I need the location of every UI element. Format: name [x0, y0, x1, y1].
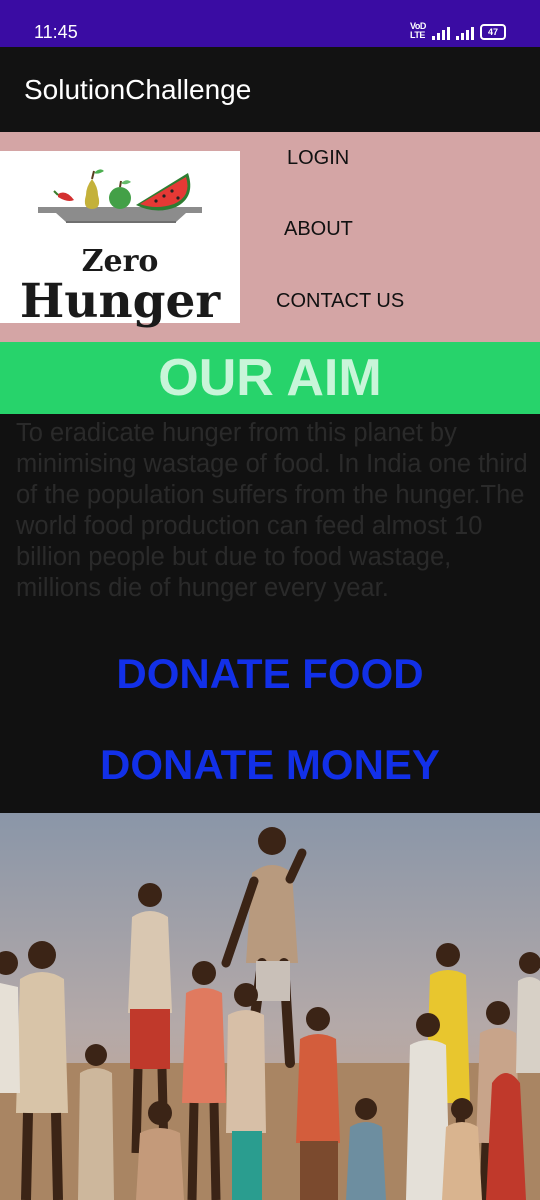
aim-description: To eradicate hunger from this planet by …: [16, 419, 528, 602]
app-title: SolutionChallenge: [24, 74, 252, 105]
logo-artwork: [38, 169, 202, 223]
contact-us-link[interactable]: CONTACT US: [276, 290, 404, 313]
signal-icon: [456, 26, 474, 40]
header-row: Zero Hunger LOGIN ABOUT CONTACT US: [0, 132, 540, 342]
chili-icon: [53, 190, 74, 201]
about-link[interactable]: ABOUT: [284, 218, 353, 241]
watermelon-icon: [136, 173, 191, 211]
app-bar: SolutionChallenge: [0, 47, 540, 132]
donate-money-button[interactable]: DONATE MONEY: [0, 741, 540, 789]
battery-icon: 47: [480, 24, 506, 40]
pear-icon: [84, 169, 104, 209]
children-photo-art: [0, 813, 540, 1200]
children-photo: [0, 813, 540, 1200]
our-aim-banner: OUR AIM: [0, 342, 540, 414]
signal-icon: [432, 26, 450, 40]
network-type-label: VoD LTE: [410, 21, 426, 40]
donate-food-button[interactable]: DONATE FOOD: [0, 650, 540, 698]
logo-line-hunger: Hunger: [19, 274, 221, 329]
status-icons: VoD LTE 47: [410, 22, 506, 40]
zero-hunger-logo: Zero Hunger: [0, 151, 240, 327]
status-bar: 11:45 VoD LTE 47: [0, 0, 540, 47]
login-link[interactable]: LOGIN: [287, 147, 349, 170]
our-aim-title: OUR AIM: [158, 349, 382, 407]
apple-icon: [109, 180, 131, 209]
status-time: 11:45: [34, 22, 78, 42]
